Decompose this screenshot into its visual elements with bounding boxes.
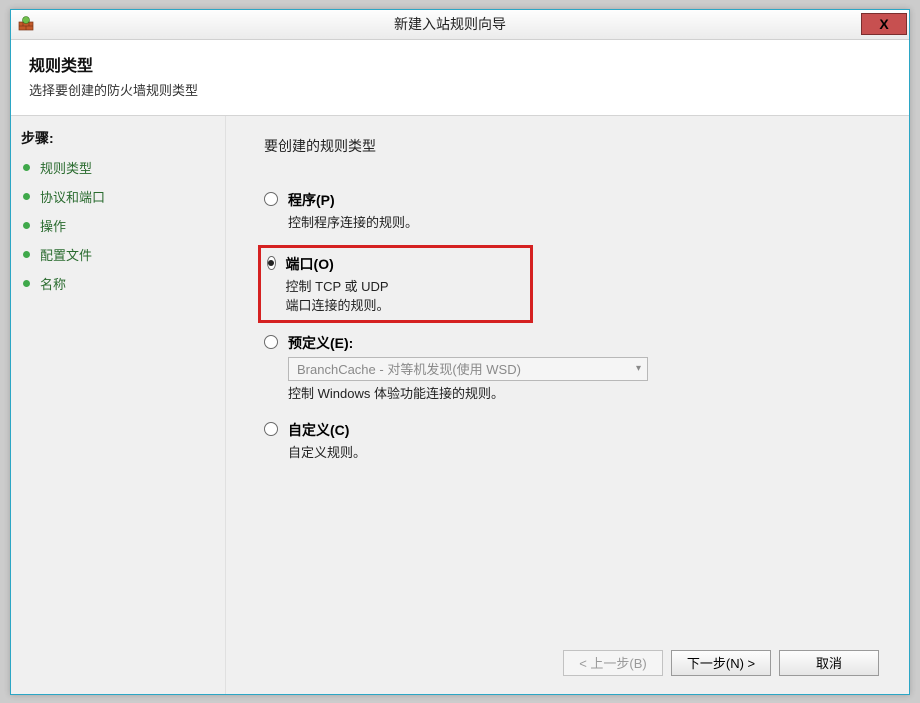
option-title: 程序(P) (288, 190, 418, 210)
option-custom[interactable]: 自定义(C) 自定义规则。 (264, 416, 879, 465)
back-button[interactable]: < 上一步(B) (563, 650, 663, 676)
next-button-label: 下一步(N) > (687, 653, 755, 672)
firewall-icon (17, 15, 35, 33)
header-section: 规则类型 选择要创建的防火墙规则类型 (11, 40, 909, 116)
cancel-button-label: 取消 (816, 653, 842, 672)
option-port[interactable]: 端口(O) 控制 TCP 或 UDP 端口连接的规则。 (261, 252, 400, 316)
step-rule-type[interactable]: 规则类型 (23, 158, 213, 177)
button-bar: < 上一步(B) 下一步(N) > 取消 (264, 636, 879, 678)
bullet-icon (23, 193, 30, 200)
step-action[interactable]: 操作 (23, 216, 213, 235)
close-button[interactable]: X (861, 13, 907, 35)
step-name[interactable]: 名称 (23, 274, 213, 293)
step-label: 协议和端口 (40, 187, 105, 206)
radio-custom[interactable] (264, 422, 278, 436)
option-text: 自定义(C) 自定义规则。 (288, 420, 366, 461)
option-desc: 控制程序连接的规则。 (288, 212, 418, 231)
cancel-button[interactable]: 取消 (779, 650, 879, 676)
option-title: 预定义(E): (288, 333, 648, 353)
main-panel: 要创建的规则类型 程序(P) 控制程序连接的规则。 端口(O) 控制 TCP 或… (226, 116, 909, 694)
step-label: 操作 (40, 216, 66, 235)
option-text: 程序(P) 控制程序连接的规则。 (288, 190, 418, 231)
content-area: 步骤: 规则类型 协议和端口 操作 配置文件 名称 要创 (11, 116, 909, 694)
title-bar: 新建入站规则向导 X (11, 10, 909, 40)
option-desc: 自定义规则。 (288, 442, 366, 461)
step-protocol-port[interactable]: 协议和端口 (23, 187, 213, 206)
page-title: 规则类型 (29, 52, 893, 76)
radio-predefined[interactable] (264, 335, 278, 349)
predefined-select-value: BranchCache - 对等机发现(使用 WSD) (297, 359, 521, 378)
option-text: 端口(O) 控制 TCP 或 UDP 端口连接的规则。 (286, 254, 400, 314)
option-program[interactable]: 程序(P) 控制程序连接的规则。 (264, 186, 879, 235)
close-icon: X (879, 16, 888, 32)
bullet-icon (23, 280, 30, 287)
back-button-label: < 上一步(B) (579, 653, 647, 672)
next-button[interactable]: 下一步(N) > (671, 650, 771, 676)
option-title: 自定义(C) (288, 420, 366, 440)
chevron-down-icon: ▾ (636, 363, 641, 374)
window-title: 新建入站规则向导 (39, 14, 861, 34)
radio-program[interactable] (264, 192, 278, 206)
predefined-select[interactable]: BranchCache - 对等机发现(使用 WSD) ▾ (288, 357, 648, 381)
option-desc: 控制 Windows 体验功能连接的规则。 (288, 383, 648, 402)
bullet-icon (23, 222, 30, 229)
bullet-icon (23, 251, 30, 258)
step-profile[interactable]: 配置文件 (23, 245, 213, 264)
step-label: 名称 (40, 274, 66, 293)
option-text: 预定义(E): BranchCache - 对等机发现(使用 WSD) ▾ 控制… (288, 333, 648, 402)
step-label: 配置文件 (40, 245, 92, 264)
bullet-icon (23, 164, 30, 171)
steps-sidebar: 步骤: 规则类型 协议和端口 操作 配置文件 名称 (11, 116, 226, 694)
radio-port[interactable] (267, 256, 276, 270)
highlight-box: 端口(O) 控制 TCP 或 UDP 端口连接的规则。 (258, 245, 533, 323)
option-desc: 控制 TCP 或 UDP 端口连接的规则。 (286, 276, 400, 314)
option-predefined[interactable]: 预定义(E): BranchCache - 对等机发现(使用 WSD) ▾ 控制… (264, 329, 879, 406)
wizard-window: 新建入站规则向导 X 规则类型 选择要创建的防火墙规则类型 步骤: 规则类型 协… (10, 9, 910, 695)
steps-heading: 步骤: (21, 128, 215, 148)
option-title: 端口(O) (286, 254, 400, 274)
step-label: 规则类型 (40, 158, 92, 177)
page-subtitle: 选择要创建的防火墙规则类型 (29, 80, 893, 99)
prompt-label: 要创建的规则类型 (264, 136, 879, 156)
